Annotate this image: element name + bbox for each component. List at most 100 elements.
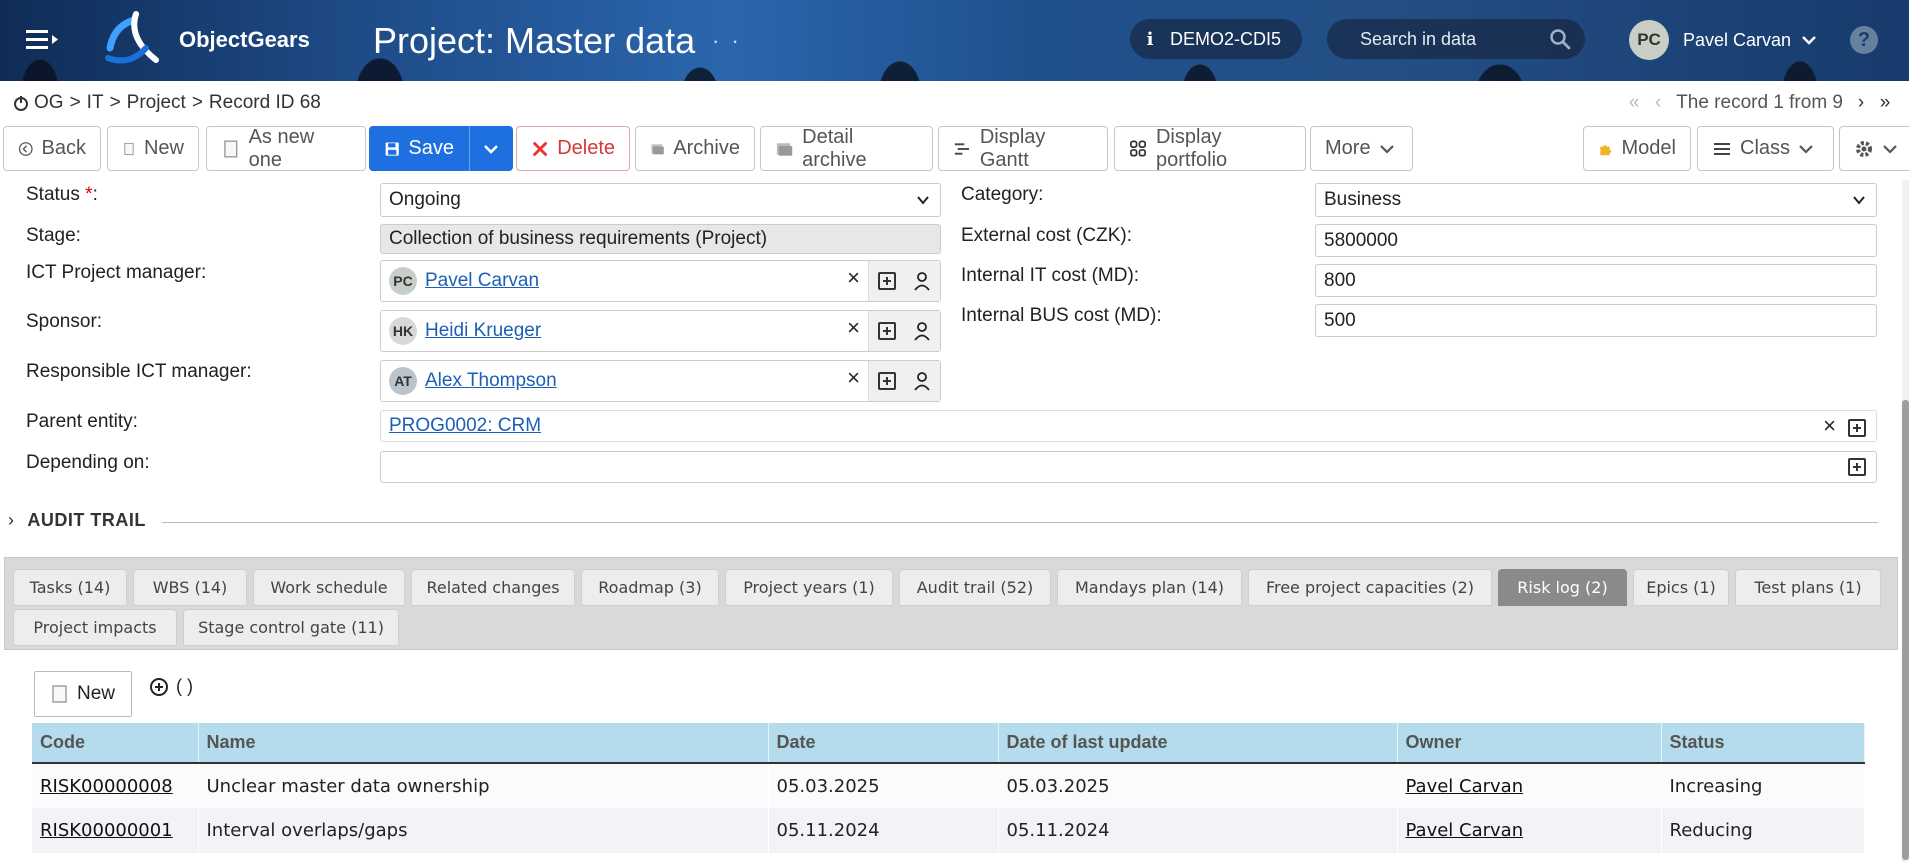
risk-code-link[interactable]: RISK00000001 [40,820,173,841]
sponsor-label: Sponsor: [26,311,103,332]
sponsor-link[interactable]: Heidi Krueger [425,320,541,342]
model-button[interactable]: Model [1583,126,1691,171]
clear-icon[interactable]: × [847,265,860,291]
new-risk-button[interactable]: New [34,671,132,717]
cell-name: Interval overlaps/gaps [198,808,769,853]
tab-related-changes[interactable]: Related changes [411,569,575,606]
brand-name: ObjectGears [179,27,310,52]
add-square-icon[interactable] [877,272,896,290]
table-row[interactable]: RISK00000008 Unclear master data ownersh… [32,763,1865,808]
internal-it-cost-input[interactable]: 800 [1315,264,1877,297]
info-icon: i [1146,28,1154,50]
risk-code-link[interactable]: RISK00000008 [40,776,173,797]
chevron-down-icon [1853,196,1865,205]
save-options-button[interactable] [469,126,513,171]
search-input[interactable] [1358,27,1538,51]
first-record-icon[interactable]: « [1622,92,1646,114]
tab-audit-trail[interactable]: Audit trail (52) [899,569,1051,606]
tab-project-years[interactable]: Project years (1) [725,569,893,606]
add-square-icon[interactable] [877,322,896,340]
external-cost-input[interactable]: 5800000 [1315,224,1877,257]
column-header-date[interactable]: Date [768,723,999,764]
breadcrumb-project[interactable]: Project [127,92,186,114]
record-pager: « ‹ The record 1 from 9 › » [1622,92,1897,114]
tab-test-plans[interactable]: Test plans (1) [1735,569,1881,606]
tab-epics[interactable]: Epics (1) [1633,569,1729,606]
add-square-icon[interactable] [1848,419,1866,437]
audit-trail-title: AUDIT TRAIL [27,510,146,530]
tab-tasks[interactable]: Tasks (14) [13,569,127,606]
responsible-ict-manager-field[interactable]: AT Alex Thompson × [380,360,941,402]
save-button[interactable]: Save [369,126,469,171]
display-portfolio-button[interactable]: Display portfolio [1114,126,1306,171]
user-menu[interactable]: PC Pavel Carvan [1629,19,1817,61]
owner-link[interactable]: Pavel Carvan [1406,776,1524,797]
display-gantt-button[interactable]: Display Gantt [938,126,1108,171]
add-square-icon[interactable] [877,372,896,390]
tab-free-project-capacities[interactable]: Free project capacities (2) [1248,569,1492,606]
ict-project-manager-field[interactable]: PC Pavel Carvan × [380,260,941,302]
search-box[interactable] [1327,19,1585,59]
tab-risk-log[interactable]: Risk log (2) [1498,569,1627,606]
delete-label: Delete [557,137,615,159]
internal-bus-cost-value: 500 [1324,309,1356,331]
back-button[interactable]: Back [3,126,101,171]
tab-roadmap[interactable]: Roadmap (3) [581,569,719,606]
more-button[interactable]: More [1310,126,1413,171]
category-select[interactable]: Business [1315,183,1877,217]
home-power-icon[interactable] [12,94,30,112]
tab-wbs[interactable]: WBS (14) [133,569,247,606]
settings-button[interactable] [1839,126,1909,171]
help-icon[interactable]: ? [1850,26,1878,54]
owner-link[interactable]: Pavel Carvan [1406,820,1524,841]
internal-bus-cost-input[interactable]: 500 [1315,304,1877,337]
person-icon[interactable] [913,321,931,341]
as-new-one-button[interactable]: As new one [206,126,366,171]
status-select[interactable]: Ongoing [380,183,941,217]
tab-project-impacts[interactable]: Project impacts [13,609,177,646]
table-row[interactable]: RISK00000001 Interval overlaps/gaps 05.1… [32,808,1865,853]
tab-mandays-plan[interactable]: Mandays plan (14) [1057,569,1242,606]
next-record-icon[interactable]: › [1849,92,1873,114]
breadcrumb-og[interactable]: OG [34,92,64,114]
clear-icon[interactable]: × [847,365,860,391]
column-header-name[interactable]: Name [198,723,769,764]
column-header-date-of-last-update[interactable]: Date of last update [998,723,1398,764]
chevron-down-icon [1379,144,1394,154]
search-icon[interactable] [1549,28,1571,50]
prev-record-icon[interactable]: ‹ [1646,92,1670,114]
page-scrollbar[interactable] [1902,180,1909,862]
scrollbar-thumb[interactable] [1902,400,1909,860]
delete-button[interactable]: Delete [516,126,630,171]
new-button[interactable]: New [107,126,199,171]
person-icon[interactable] [913,271,931,291]
more-label: More [1325,137,1371,159]
tab-work-schedule[interactable]: Work schedule [253,569,405,606]
clear-icon[interactable]: × [847,315,860,341]
parent-entity-link[interactable]: PROG0002: CRM [389,415,541,437]
add-square-icon[interactable] [1848,458,1866,476]
column-header-code[interactable]: Code [32,723,199,764]
column-header-owner[interactable]: Owner [1397,723,1662,764]
menu-icon[interactable] [26,26,60,54]
audit-trail-toggle[interactable]: › AUDIT TRAIL [8,510,146,531]
depending-on-field[interactable] [380,451,1877,483]
person-icon[interactable] [913,371,931,391]
tab-stage-control-gate[interactable]: Stage control gate (11) [183,609,399,646]
user-name: Pavel Carvan [1683,29,1792,50]
responsible-ict-manager-link[interactable]: Alex Thompson [425,370,557,392]
last-record-icon[interactable]: » [1873,92,1897,114]
add-circle-icon[interactable] [150,677,168,696]
ict-project-manager-link[interactable]: Pavel Carvan [425,270,539,292]
class-button[interactable]: Class [1697,126,1834,171]
add-filter-control[interactable]: ( ) [150,676,193,697]
clear-icon[interactable]: × [1823,413,1836,439]
detail-archive-button[interactable]: Detail archive [760,126,933,171]
display-gantt-label: Display Gantt [979,125,1046,171]
sponsor-field[interactable]: HK Heidi Krueger × [380,310,941,352]
column-header-status[interactable]: Status [1661,723,1865,764]
environment-badge[interactable]: i DEMO2-CDI5 [1130,19,1302,59]
breadcrumb-it[interactable]: IT [87,92,104,114]
archive-button[interactable]: Archive [635,126,755,171]
parent-entity-field[interactable]: PROG0002: CRM × [380,410,1877,442]
